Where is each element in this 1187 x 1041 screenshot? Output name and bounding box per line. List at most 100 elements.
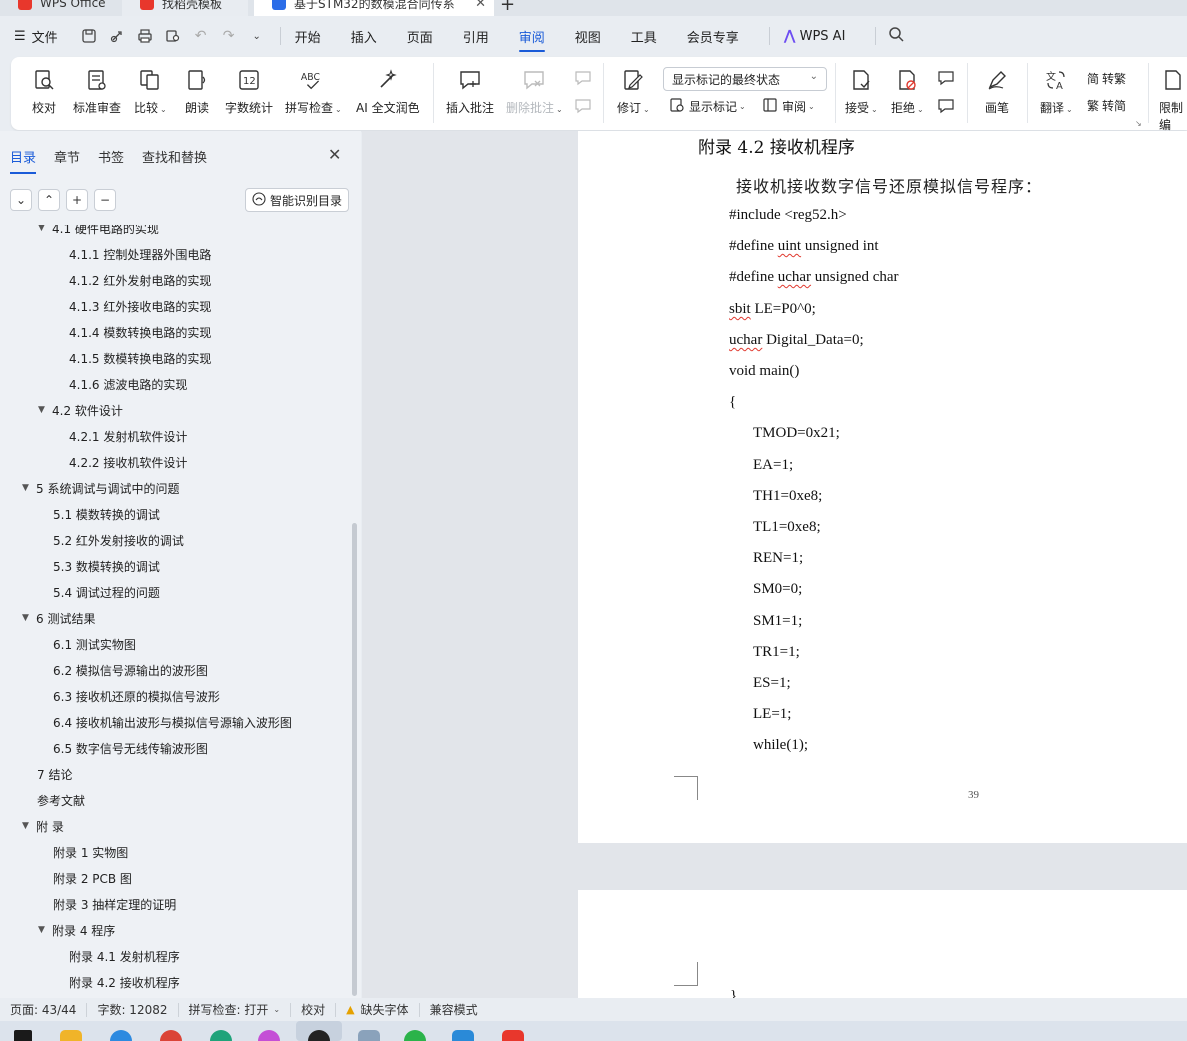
restrict-editing-button[interactable]: 限制编 [1159,67,1187,133]
app-icon[interactable] [258,1030,280,1041]
chevron-down-icon[interactable]: ⌄ [10,189,32,211]
new-tab-button[interactable]: + [500,0,515,15]
review-pane-button[interactable]: 审阅 ⌄ [762,97,815,116]
spell-check-indicator[interactable]: 拼写检查: 打开 ⌄ [179,1002,292,1017]
toc-item[interactable]: 4.1.6 滤波电路的实现 [69,374,187,394]
word-count-indicator[interactable]: 字数: 12082 [87,1002,179,1017]
toc-item[interactable]: 4.1.5 数模转换电路的实现 [69,348,211,368]
windows-start-icon[interactable] [14,1030,32,1041]
accept-button[interactable]: 接受 ⌄ [845,67,878,116]
toc-item[interactable]: 4.1.2 红外发射电路的实现 [69,270,211,290]
tab-template[interactable]: 找稻壳模板 [122,0,248,16]
toc-item[interactable]: ▼ 附录 4 程序 [38,920,115,940]
toc-item[interactable]: 6.4 接收机输出波形与模拟信号源输入波形图 [53,712,292,732]
toc-item[interactable]: 4.1.3 红外接收电路的实现 [69,296,211,316]
toc-item[interactable]: 7 结论 [37,764,72,784]
tab-wps-office[interactable]: WPS Office [0,0,118,16]
expand-triangle-icon[interactable]: ▼ [38,225,52,233]
tab-toc[interactable]: 目录 [10,147,37,174]
toc-item[interactable]: ▼ 6 测试结果 [22,608,95,628]
nav-scrollbar[interactable] [352,523,357,996]
toc-item[interactable]: 4.2.2 接收机软件设计 [69,452,187,472]
document-app-icon[interactable] [358,1030,380,1041]
browser-icon[interactable] [210,1030,232,1041]
menu-page[interactable]: 页面 [407,27,433,46]
redo-icon[interactable]: ↷ [220,27,238,45]
toc-item[interactable]: ▼ 5 系统调试与调试中的问题 [22,478,179,498]
previous-comment-icon[interactable] [574,69,592,87]
undo-icon[interactable]: ↶ [192,27,210,45]
file-explorer-icon[interactable] [60,1030,82,1041]
file-menu[interactable]: ☰ 文件 [14,27,58,46]
toc-item[interactable]: 5.2 红外发射接收的调试 [53,530,184,550]
toc-item[interactable]: 4.1.1 控制处理器外围电路 [69,244,211,264]
tab-find-replace[interactable]: 查找和替换 [142,147,207,166]
toc-item[interactable]: 5.1 模数转换的调试 [53,504,160,524]
toc-item[interactable]: ▼ 4.2 软件设计 [38,400,123,420]
toc-item[interactable]: ▼ 附 录 [22,816,64,836]
toc-item[interactable]: 6.5 数字信号无线传输波形图 [53,738,208,758]
close-icon[interactable]: ✕ [328,145,341,164]
translate-button[interactable]: 文A 翻译 ⌄ [1040,67,1073,116]
compare-button[interactable]: 比较 ⌄ [134,67,167,116]
toc-item[interactable]: 附录 4.2 接收机程序 [69,972,180,992]
search-icon[interactable] [888,26,904,46]
chevron-up-icon[interactable]: ⌃ [38,189,60,211]
next-comment-icon[interactable] [574,97,592,115]
menu-view[interactable]: 视图 [575,27,601,46]
document-page[interactable]: 附录 4.2 接收机程序 接收机接收数字信号还原模拟信号程序： 39 #incl… [578,131,1187,843]
read-aloud-button[interactable]: 朗读 [184,67,210,116]
print-icon[interactable] [136,27,154,45]
wps-ai-button[interactable]: ⋀ WPS AI [784,28,846,44]
next-change-icon[interactable] [937,97,955,115]
document-page-next[interactable]: } [578,890,1187,998]
expand-triangle-icon[interactable]: ▼ [22,821,36,831]
chrome-icon[interactable] [160,1030,182,1041]
edge-icon[interactable] [110,1030,132,1041]
plus-icon[interactable]: + [66,189,88,211]
wps-taskbar-icon[interactable] [502,1030,524,1041]
proofread-indicator[interactable]: 校对 [291,1002,337,1017]
toc-item[interactable]: 4.2.1 发射机软件设计 [69,426,187,446]
track-changes-button[interactable]: 修订 ⌄ [617,67,650,116]
expand-triangle-icon[interactable]: ▼ [38,405,52,415]
toc-item[interactable]: 附录 1 实物图 [53,842,128,862]
toc-item[interactable]: 参考文献 [37,790,85,810]
previous-change-icon[interactable] [937,69,955,87]
ai-polish-button[interactable]: AI 全文润色 [356,67,420,116]
menu-references[interactable]: 引用 [463,27,489,46]
reject-button[interactable]: 拒绝 ⌄ [891,67,924,116]
pen-button[interactable]: 画笔 [984,67,1010,116]
toc-item[interactable]: 6.3 接收机还原的模拟信号波形 [53,686,220,706]
menu-tools[interactable]: 工具 [631,27,657,46]
toc-item[interactable]: 6.1 测试实物图 [53,634,136,654]
save-icon[interactable] [80,27,98,45]
expand-triangle-icon[interactable]: ▼ [38,925,52,935]
tab-chapters[interactable]: 章节 [54,147,80,166]
toc-item[interactable]: 附录 3 抽样定理的证明 [53,894,176,914]
page-indicator[interactable]: 页面: 43/44 [0,1002,88,1017]
missing-font-indicator[interactable]: ▲ 缺失字体 [336,1002,420,1017]
toc-item[interactable]: 6.2 模拟信号源输出的波形图 [53,660,208,680]
export-pdf-icon[interactable] [108,27,126,45]
menu-review[interactable]: 审阅 [518,27,545,52]
close-icon[interactable]: ✕ [475,0,486,11]
delete-comment-button[interactable]: 删除批注 ⌄ [506,67,563,116]
toc-item[interactable]: ▼ 4.1 硬件电路的实现 [38,225,159,238]
print-preview-icon[interactable] [164,27,182,45]
to-simplified-button[interactable]: 繁 转简 [1087,97,1126,114]
tab-bookmarks[interactable]: 书签 [98,147,124,166]
chevron-down-icon[interactable]: ⌄ [248,27,266,45]
smart-toc-button[interactable]: 智能识别目录 [245,188,349,212]
insert-comment-button[interactable]: 插入批注 [446,67,494,116]
tab-document[interactable]: 基于STM32的数模混合同传系 ✕ [254,0,494,16]
mark-review-button[interactable]: 标准审查 [73,67,121,116]
proofread-button[interactable]: 校对 [31,67,57,116]
expand-triangle-icon[interactable]: ▼ [22,613,36,623]
word-count-button[interactable]: 12 字数统计 [225,67,273,116]
display-mode-select[interactable]: 显示标记的最终状态 ⌄ [663,67,827,91]
toc-item[interactable]: 5.3 数模转换的调试 [53,556,160,576]
spell-check-button[interactable]: ABC 拼写检查 ⌄ [285,67,342,116]
menu-insert[interactable]: 插入 [351,27,377,46]
folder-icon[interactable] [452,1030,474,1041]
